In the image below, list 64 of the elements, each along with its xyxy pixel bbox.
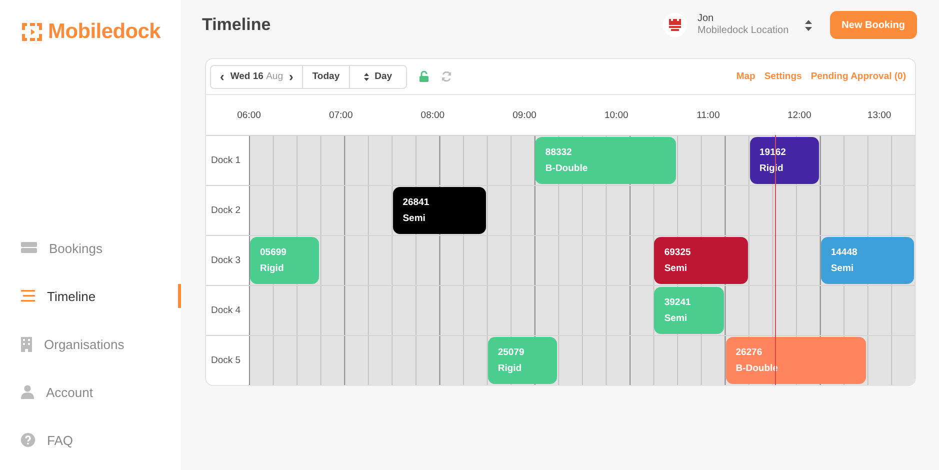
date-button[interactable]: ‹ Wed 16 Aug ›	[211, 66, 304, 88]
vehicle-type: Rigid	[260, 263, 285, 274]
vehicle-type: B-Double	[736, 363, 779, 374]
user-location: Mobiledock Location	[697, 25, 789, 37]
vehicle-type: B-Double	[545, 163, 589, 174]
dock-label: Dock 3	[210, 255, 242, 266]
hour-label: 07:00	[328, 110, 353, 120]
booking-id: 14448	[830, 247, 858, 258]
booking-id: 25079	[498, 347, 526, 358]
logo-icon	[22, 23, 42, 41]
booking-block[interactable]: 25079 Rigid	[488, 337, 558, 384]
booking-block[interactable]: 14448 Semi	[820, 237, 914, 284]
brand-name: Mobiledock	[48, 20, 161, 44]
booking-id: 88332	[545, 147, 573, 158]
unlock-icon[interactable]	[419, 71, 430, 82]
hour-label: 06:00	[237, 110, 261, 120]
toolbar-link[interactable]: Map	[736, 71, 756, 82]
sidebar-item[interactable]: FAQ	[0, 428, 181, 452]
toolbar-link[interactable]: Settings	[764, 71, 802, 82]
hour-label: 11:00	[696, 110, 720, 120]
booking-id: 69325	[664, 247, 692, 258]
ticket-icon	[21, 242, 37, 254]
castle-icon	[668, 18, 682, 32]
help-icon	[21, 433, 35, 447]
building-icon	[21, 336, 32, 352]
list-icon	[21, 290, 35, 302]
person-icon	[21, 385, 34, 399]
sidebar-item[interactable]: Account	[0, 380, 181, 404]
booking-block[interactable]: 05699 Rigid	[250, 237, 320, 284]
booking-id: 05699	[260, 247, 288, 258]
hour-label: 08:00	[420, 110, 445, 120]
vehicle-type: Semi	[664, 263, 688, 274]
sidebar-item[interactable]: Timeline	[0, 284, 181, 308]
dock-label: Dock 2	[210, 205, 242, 216]
sidebar-item[interactable]: Organisations	[0, 332, 181, 356]
dock-label: Dock 5	[210, 355, 242, 366]
dock-label: Dock 4	[210, 305, 242, 316]
hour-label: 09:00	[512, 110, 536, 120]
hour-label: 12:00	[787, 110, 812, 120]
vehicle-type: Semi	[830, 263, 855, 274]
booking-id: 26276	[736, 347, 764, 358]
hour-label: 13:00	[867, 110, 892, 120]
dock-label: Dock 1	[210, 155, 242, 166]
sort-icon[interactable]	[804, 20, 812, 30]
hour-label: 10:00	[604, 110, 628, 120]
page-title: Timeline	[202, 15, 272, 35]
view-button[interactable]: Day	[350, 66, 406, 88]
refresh-icon[interactable]	[441, 71, 452, 82]
booking-id: 39241	[664, 297, 692, 308]
new-booking-button[interactable]: New Booking	[830, 11, 917, 39]
vehicle-type: Rigid	[498, 363, 523, 374]
booking-block[interactable]: 69325 Semi	[654, 237, 748, 284]
booking-id: 26841	[402, 197, 430, 208]
vehicle-type: Semi	[402, 213, 426, 224]
user-name: Jon	[697, 13, 715, 25]
booking-block[interactable]: 26276 B-Double	[726, 337, 866, 384]
sort-icon	[364, 72, 369, 80]
booking-block[interactable]: 88332 B-Double	[535, 137, 676, 184]
booking-block[interactable]: 39241 Semi	[654, 287, 724, 334]
today-button[interactable]: Today	[303, 66, 350, 88]
toolbar-link[interactable]: Pending Approval (0)	[810, 71, 906, 82]
vehicle-type: Semi	[664, 313, 688, 324]
sidebar-item[interactable]: Bookings	[0, 236, 181, 260]
booking-block[interactable]: 26841 Semi	[392, 187, 486, 234]
